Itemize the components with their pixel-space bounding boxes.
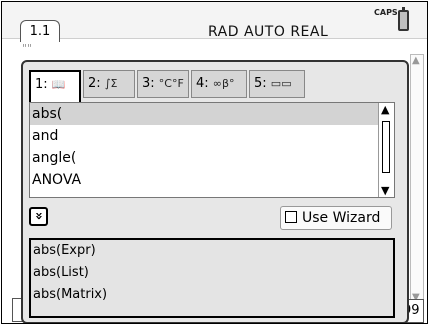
calculator-screen: 1.1 RAD AUTO REAL CAPS "" ▲ ▼ 99 1: 📖 2:… [1, 1, 428, 324]
scroll-down-icon[interactable]: ▼ [381, 184, 389, 197]
use-wizard-checkbox[interactable]: Use Wizard [280, 206, 392, 230]
document-tab-label: 1.1 [29, 24, 51, 39]
catalog-list[interactable]: abs( and angle( ANOVA ▲ ▼ [29, 102, 395, 198]
syntax-help-panel: abs(Expr) abs(List) abs(Matrix) [29, 238, 395, 318]
tab-number: 3: [142, 76, 155, 91]
templates-icon: ▭▭ [270, 77, 292, 90]
help-syntax-line: abs(List) [33, 265, 89, 280]
caps-indicator: CAPS [374, 8, 398, 17]
background-text: "" [22, 42, 33, 55]
checkbox-icon[interactable] [285, 211, 297, 223]
tab-catalog-units[interactable]: 3: °C°F [137, 70, 189, 98]
list-item[interactable]: abs( [30, 103, 394, 125]
expand-help-button[interactable]: » [29, 207, 48, 226]
double-chevron-down-icon: » [31, 211, 47, 221]
list-scrollbar[interactable]: ▲ ▼ [378, 103, 394, 197]
tab-number: 5: [254, 76, 267, 91]
list-item[interactable]: ANOVA [30, 169, 394, 191]
scroll-thumb[interactable] [382, 121, 390, 173]
book-icon: 📖 [51, 78, 66, 91]
units-icon: °C°F [158, 77, 184, 90]
status-bar: 1.1 RAD AUTO REAL CAPS [2, 2, 427, 42]
scroll-up-icon[interactable]: ▲ [412, 55, 420, 66]
help-syntax-line: abs(Matrix) [33, 287, 108, 302]
use-wizard-label: Use Wizard [302, 210, 381, 226]
integral-sigma-icon: ∫Σ [104, 77, 118, 90]
list-item[interactable]: and [30, 125, 394, 147]
tab-catalog-alphabetical[interactable]: 1: 📖 [29, 70, 81, 102]
tab-catalog-math[interactable]: 2: ∫Σ [83, 70, 135, 98]
tab-number: 1: [35, 77, 48, 92]
background-scrollbar[interactable]: ▲ ▼ [410, 54, 424, 304]
tab-number: 4: [196, 76, 209, 91]
battery-icon [398, 7, 409, 31]
list-item[interactable]: angle( [30, 147, 394, 169]
tab-number: 2: [88, 76, 101, 91]
catalog-dialog: 1: 📖 2: ∫Σ 3: °C°F 4: ∞β° 5: ▭▭ abs( and [21, 60, 409, 323]
tab-catalog-templates[interactable]: 5: ▭▭ [249, 70, 305, 98]
symbols-icon: ∞β° [212, 77, 235, 90]
help-syntax-line: abs(Expr) [33, 243, 96, 258]
document-tab[interactable]: 1.1 [20, 20, 60, 42]
mode-indicator: RAD AUTO REAL [208, 24, 329, 40]
tab-catalog-symbols[interactable]: 4: ∞β° [191, 70, 247, 98]
scroll-up-icon[interactable]: ▲ [381, 103, 389, 116]
